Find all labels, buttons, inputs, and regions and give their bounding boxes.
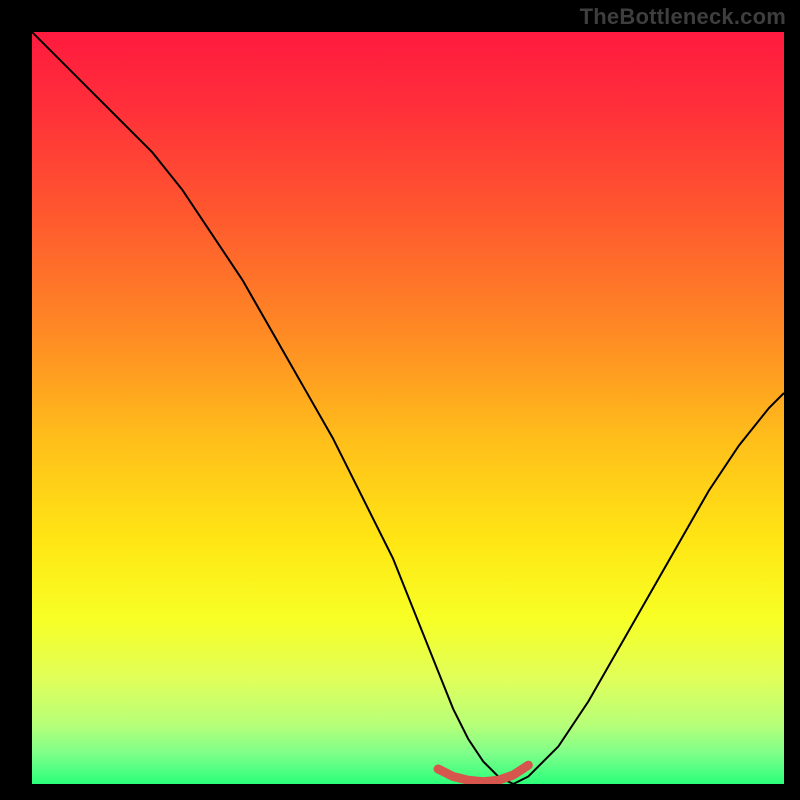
bottleneck-chart — [32, 32, 784, 784]
chart-frame: TheBottleneck.com — [0, 0, 800, 800]
plot-area — [32, 32, 784, 784]
watermark-text: TheBottleneck.com — [580, 4, 786, 30]
